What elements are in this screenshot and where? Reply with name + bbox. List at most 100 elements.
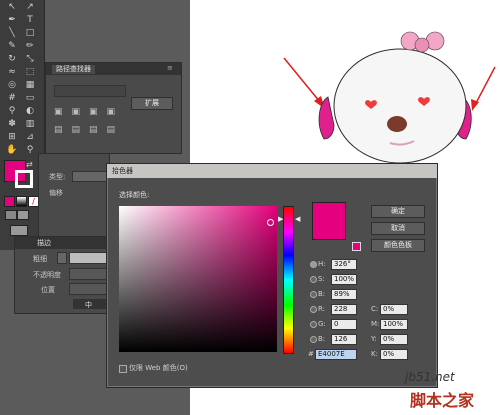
perspective-grid-icon[interactable]: ▦ bbox=[23, 80, 37, 90]
pen-tool-icon[interactable]: ✒ bbox=[5, 15, 19, 25]
color-swatches-button[interactable]: 颜色色板 bbox=[371, 239, 425, 252]
m-label: M: bbox=[371, 320, 380, 328]
rectangle-tool-icon[interactable]: □ bbox=[23, 28, 37, 38]
g-label: G: bbox=[318, 320, 326, 328]
red-input[interactable]: 228 bbox=[331, 304, 357, 315]
offset-label: 偏移 bbox=[49, 189, 63, 197]
shape-builder-icon[interactable]: ◎ bbox=[5, 80, 19, 90]
pathfinder-icons-row1[interactable]: ▣▣▣▣ bbox=[54, 107, 124, 117]
magenta-input[interactable]: 100% bbox=[380, 319, 408, 330]
c-label: C: bbox=[371, 305, 379, 313]
r-label: R: bbox=[318, 305, 326, 313]
direct-select-tool-icon[interactable]: ↗ bbox=[23, 2, 37, 12]
hand-tool-icon[interactable]: ✋ bbox=[5, 145, 19, 155]
saturation-brightness-field[interactable] bbox=[119, 206, 277, 352]
hue-slider-right-arrow[interactable]: ◀ bbox=[295, 215, 300, 223]
yellow-input[interactable]: 0% bbox=[380, 334, 408, 345]
zoom-tool-icon[interactable]: ⚲ bbox=[23, 145, 37, 155]
web-only-checkbox[interactable] bbox=[119, 365, 127, 373]
saturation-radio[interactable] bbox=[310, 276, 317, 283]
draw-behind-icon[interactable] bbox=[17, 210, 29, 220]
rotate-tool-icon[interactable]: ↻ bbox=[5, 54, 19, 64]
stroke-swatch[interactable] bbox=[15, 170, 33, 188]
selection-tool-icon[interactable]: ↖ bbox=[5, 2, 19, 12]
tab-stroke[interactable]: 描边 bbox=[37, 238, 51, 248]
blue-radio[interactable] bbox=[310, 336, 317, 343]
mesh-tool-icon[interactable]: # bbox=[5, 93, 19, 103]
stroke-tabbar bbox=[15, 237, 110, 249]
slice-tool-icon[interactable]: ⊿ bbox=[23, 132, 37, 142]
eyedropper-tool-icon[interactable]: ⚲ bbox=[5, 106, 19, 116]
brush-tool-icon[interactable]: ✎ bbox=[5, 41, 19, 51]
scale-tool-icon[interactable]: ⤡ bbox=[23, 54, 37, 64]
line-tool-icon[interactable]: ╲ bbox=[5, 28, 19, 38]
free-transform-icon[interactable]: ⬚ bbox=[23, 67, 37, 77]
hue-radio[interactable] bbox=[310, 261, 317, 268]
type-tool-icon[interactable]: T bbox=[23, 15, 37, 25]
out-of-gamut-swatch[interactable] bbox=[352, 242, 361, 251]
artboard-tool-icon[interactable]: ⊞ bbox=[5, 132, 19, 142]
hue-slider[interactable] bbox=[283, 206, 294, 354]
color-picker-cursor[interactable] bbox=[267, 219, 274, 226]
swap-colors-icon[interactable]: ⇄ bbox=[26, 160, 33, 169]
weight-label: 粗细 bbox=[33, 255, 47, 263]
symbol-sprayer-icon[interactable]: ✽ bbox=[5, 119, 19, 129]
cancel-button[interactable]: 取消 bbox=[371, 222, 425, 235]
blue-input[interactable]: 126 bbox=[331, 334, 357, 345]
b-label: B: bbox=[318, 290, 326, 298]
opacity-input[interactable] bbox=[69, 268, 109, 280]
brightness-input[interactable]: 89% bbox=[331, 289, 357, 300]
tab-pathfinder[interactable]: 路径查找器 bbox=[52, 65, 95, 74]
brightness-radio[interactable] bbox=[310, 291, 317, 298]
position-input[interactable] bbox=[69, 283, 109, 295]
hue-input[interactable]: 326° bbox=[331, 259, 357, 270]
select-color-label: 选择颜色: bbox=[119, 191, 150, 199]
watermark-name: 脚本之家 bbox=[410, 391, 475, 410]
blend-tool-icon[interactable]: ◐ bbox=[23, 106, 37, 116]
pencil-tool-icon[interactable]: ✏ bbox=[23, 41, 37, 51]
opacity-label: 不透明度 bbox=[33, 271, 61, 279]
panel-menu-icon[interactable]: ≡ bbox=[167, 64, 173, 72]
red-arrow-left bbox=[283, 57, 325, 109]
weight-input[interactable] bbox=[69, 252, 109, 264]
stroke-footer-label: 中 bbox=[85, 301, 92, 309]
gradient-tool-icon[interactable]: ▭ bbox=[23, 93, 37, 103]
appearance-panel: 类型: 偏移 bbox=[38, 153, 110, 240]
watermark-site: jb51.net bbox=[405, 370, 455, 384]
graph-tool-icon[interactable]: ▥ bbox=[23, 119, 37, 129]
red-arrow-right bbox=[471, 66, 496, 111]
position-label: 位置 bbox=[41, 286, 55, 294]
warp-tool-icon[interactable]: ≈ bbox=[5, 67, 19, 77]
green-input[interactable]: 0 bbox=[331, 319, 357, 330]
pink-bow bbox=[400, 31, 445, 53]
expand-button[interactable]: 扩展 bbox=[131, 97, 173, 110]
stroke-panel: 描边 粗细 不透明度 位置 中 bbox=[14, 236, 111, 314]
draw-normal-icon[interactable] bbox=[5, 210, 17, 220]
web-only-label: 仅限 Web 颜色(O) bbox=[129, 364, 188, 372]
h-label: H: bbox=[318, 260, 326, 268]
type-dropdown[interactable] bbox=[72, 171, 107, 182]
color-mode-icon[interactable] bbox=[4, 196, 15, 207]
head bbox=[333, 48, 467, 164]
s-label: S: bbox=[318, 275, 325, 283]
dialog-title: 拾色器 bbox=[107, 164, 437, 178]
hash-label: # bbox=[308, 350, 314, 358]
weight-stepper[interactable] bbox=[57, 252, 67, 264]
cyan-input[interactable]: 0% bbox=[380, 304, 408, 315]
pathfinder-icons-row2[interactable]: ▤▤▤▤ bbox=[54, 125, 124, 135]
hex-input[interactable]: E4007E bbox=[315, 349, 357, 360]
saturation-input[interactable]: 100% bbox=[331, 274, 357, 285]
type-label: 类型: bbox=[49, 173, 66, 181]
color-picker-dialog: 拾色器 选择颜色: ▶ ◀ 确定 取消 颜色色板 H: 326° S: 100%… bbox=[106, 163, 438, 388]
black-input[interactable]: 0% bbox=[380, 349, 408, 360]
gradient-mode-icon[interactable] bbox=[16, 196, 27, 207]
pathfinder-panel: 路径查找器 ≡ 扩展 ▣▣▣▣ ▤▤▤▤ bbox=[45, 62, 182, 154]
hue-slider-left-arrow[interactable]: ▶ bbox=[278, 215, 283, 223]
red-radio[interactable] bbox=[310, 306, 317, 313]
new-color-preview bbox=[312, 202, 346, 240]
ok-button[interactable]: 确定 bbox=[371, 205, 425, 218]
screen-mode-icon[interactable] bbox=[10, 225, 28, 236]
shape-mode-row bbox=[54, 85, 126, 97]
green-radio[interactable] bbox=[310, 321, 317, 328]
k-label: K: bbox=[371, 350, 378, 358]
